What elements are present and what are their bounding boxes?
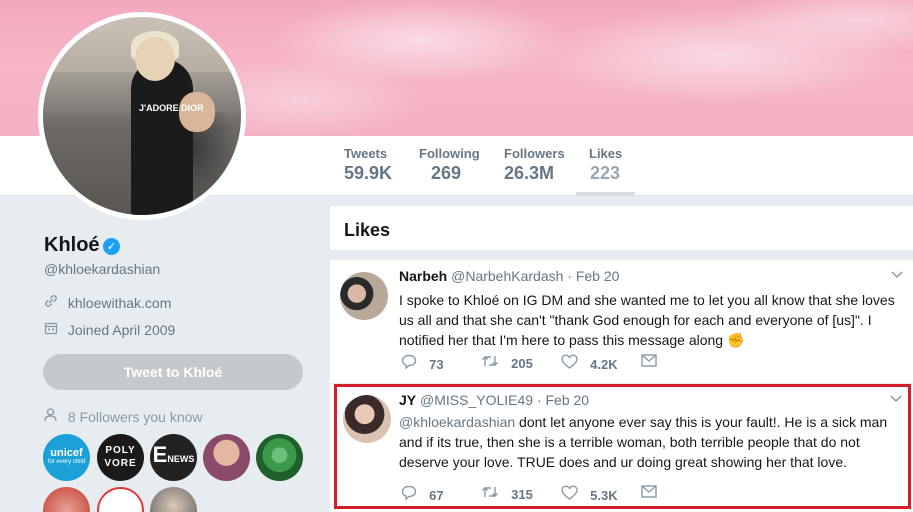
- nav-following[interactable]: Following 269: [419, 146, 480, 196]
- nav-tweets-label: Tweets: [344, 146, 388, 161]
- tweet-item-highlighted[interactable]: JY @MISS_YOLIE49 · Feb 20 @khloekardashi…: [334, 384, 911, 509]
- nav-followers[interactable]: Followers 26.3M: [504, 146, 565, 196]
- retweet-count: 205: [511, 356, 533, 371]
- nav-followers-label: Followers: [504, 146, 565, 161]
- tweet-author-handle[interactable]: @NarbehKardash: [451, 268, 563, 284]
- unicef-caption: for every child: [47, 459, 86, 465]
- nav-likes[interactable]: Likes 223: [576, 146, 635, 196]
- timeline-separator: [330, 250, 913, 260]
- profile-name[interactable]: Khloé: [44, 234, 100, 257]
- follower-avatar-person[interactable]: [203, 434, 250, 481]
- tweet-to-button[interactable]: Tweet to Khloé: [43, 354, 303, 390]
- like-count: 5.3K: [590, 488, 618, 503]
- nav-tweets-count: 59.9K: [344, 163, 393, 183]
- tweet-author-name[interactable]: Narbeh: [399, 268, 447, 284]
- like-button[interactable]: 4.2K: [561, 354, 618, 373]
- tweet-header: JY @MISS_YOLIE49 · Feb 20: [399, 392, 589, 408]
- likes-timeline: Likes Narbeh @NarbehKardash · Feb 20 I s…: [330, 206, 913, 512]
- profile-avatar[interactable]: J'ADORE DIOR: [38, 12, 246, 220]
- direct-message-button[interactable]: [641, 354, 665, 371]
- tweet-date[interactable]: · Feb 20: [537, 392, 589, 408]
- nav-followers-count: 26.3M: [504, 163, 555, 183]
- tweet-header: Narbeh @NarbehKardash · Feb 20: [399, 268, 619, 284]
- followers-you-know[interactable]: 8 Followers you know: [44, 408, 203, 425]
- avatar-head: [135, 37, 175, 81]
- retweet-button[interactable]: 315: [481, 485, 533, 503]
- tweet-author-name[interactable]: JY: [399, 392, 416, 408]
- follower-avatar-polyvore[interactable]: POLY VORE: [97, 434, 144, 481]
- like-button[interactable]: 5.3K: [561, 485, 618, 504]
- nav-tweets[interactable]: Tweets 59.9K: [344, 146, 392, 196]
- avatar-shirt-text: J'ADORE DIOR: [139, 103, 204, 113]
- followers-you-know-label: 8 Followers you know: [67, 409, 203, 425]
- tweet-author-avatar[interactable]: [343, 395, 391, 443]
- follower-avatar-person-2[interactable]: [43, 487, 90, 512]
- link-icon: [44, 294, 60, 311]
- reply-button[interactable]: 67: [401, 485, 444, 504]
- nav-following-count: 269: [431, 163, 462, 183]
- tweet-text: @khloekardashian dont let anyone ever sa…: [399, 412, 907, 472]
- reply-icon: [401, 485, 421, 504]
- envelope-icon: [641, 354, 657, 371]
- reply-button[interactable]: 73: [401, 354, 444, 373]
- retweet-icon: [481, 355, 503, 372]
- profile-website-row: khloewithak.com: [44, 294, 171, 312]
- profile-handle[interactable]: @khloekardashian: [44, 261, 160, 277]
- retweet-icon: [481, 486, 503, 503]
- profile-joined-row: Joined April 2009: [44, 321, 175, 339]
- envelope-icon: [641, 485, 657, 502]
- nav-following-label: Following: [419, 146, 480, 161]
- like-count: 4.2K: [590, 357, 618, 372]
- profile-website-link[interactable]: khloewithak.com: [68, 295, 172, 311]
- heart-icon: [561, 354, 582, 373]
- reply-icon: [401, 354, 421, 373]
- timeline-title: Likes: [344, 220, 391, 240]
- tweet-date[interactable]: · Feb 20: [567, 268, 619, 284]
- avatar-figure: [131, 59, 193, 215]
- follower-avatar-enews[interactable]: ENEWS: [150, 434, 197, 481]
- tweet-text: I spoke to Khloé on IG DM and she wanted…: [399, 292, 895, 348]
- calendar-icon: [44, 321, 60, 338]
- reply-count: 73: [429, 357, 444, 372]
- retweet-count: 315: [511, 487, 533, 502]
- profile-joined-date: Joined April 2009: [67, 322, 176, 338]
- follower-avatar-logo[interactable]: [97, 487, 144, 512]
- tweet-author-handle[interactable]: @MISS_YOLIE49: [420, 392, 533, 408]
- chevron-down-icon[interactable]: [890, 392, 902, 406]
- heart-icon: [561, 485, 582, 504]
- direct-message-button[interactable]: [641, 485, 665, 502]
- verified-badge-icon: ✓: [103, 238, 120, 255]
- follower-avatar-unicef[interactable]: unicef for every child: [43, 434, 90, 481]
- tweet-item[interactable]: Narbeh @NarbehKardash · Feb 20 I spoke t…: [330, 260, 913, 384]
- chevron-down-icon[interactable]: [891, 268, 903, 282]
- unicef-logo-text: unicef: [50, 447, 83, 459]
- follower-avatar-unterband[interactable]: [256, 434, 303, 481]
- nav-likes-label: Likes: [589, 146, 623, 161]
- people-icon: [44, 408, 60, 425]
- reply-count: 67: [429, 488, 444, 503]
- tweet-author-avatar[interactable]: [340, 272, 388, 320]
- nav-likes-count: 223: [590, 163, 621, 183]
- tweet-mention-link[interactable]: @khloekardashian: [399, 414, 515, 430]
- retweet-button[interactable]: 205: [481, 354, 533, 372]
- follower-avatar-person-3[interactable]: [150, 487, 197, 512]
